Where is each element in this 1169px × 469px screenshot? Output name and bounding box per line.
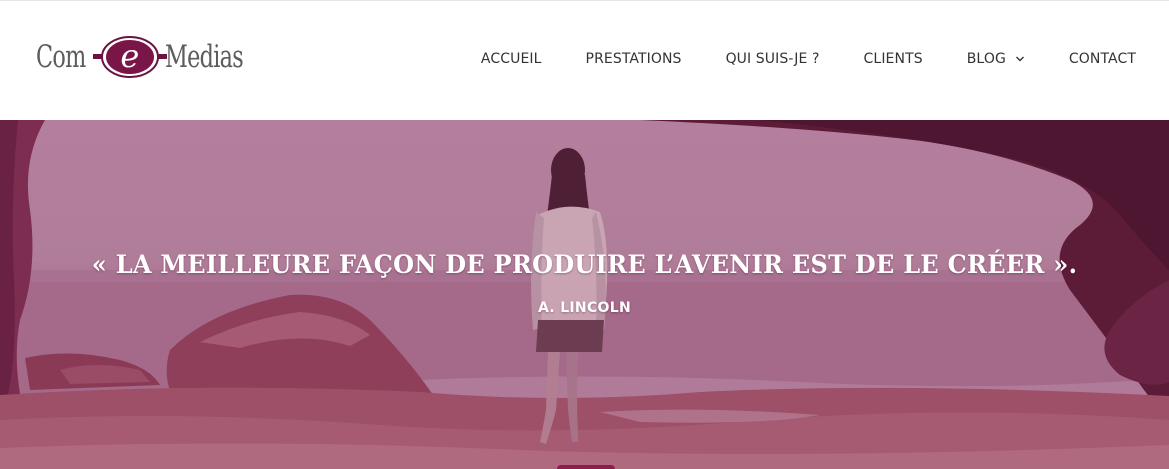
nav-label: BLOG	[966, 51, 1006, 67]
nav-label: ACCUEIL	[480, 51, 542, 67]
slider-indicator[interactable]	[557, 465, 615, 469]
logo-emblem-icon: e	[92, 32, 167, 82]
nav-item-qui-suis-je[interactable]: QUI SUIS-JE ?	[726, 51, 820, 67]
nav-label: PRESTATIONS	[585, 51, 682, 67]
logo-word-com: Com	[36, 38, 86, 75]
hero-quote-author: A. LINCOLN	[538, 300, 631, 316]
nav-label: QUI SUIS-JE ?	[725, 51, 820, 67]
nav-label: CLIENTS	[863, 51, 923, 67]
hero-banner: « LA MEILLEURE FAÇON DE PRODUIRE L’AVENI…	[0, 120, 1169, 469]
site-logo[interactable]: Com e Medias	[36, 31, 246, 83]
main-navigation: ACCUEIL PRESTATIONS QUI SUIS-JE ? CLIENT…	[481, 51, 1136, 67]
nav-label: CONTACT	[1068, 51, 1136, 67]
nav-item-prestations[interactable]: PRESTATIONS	[586, 51, 682, 67]
logo-emblem-letter: e	[120, 37, 140, 75]
hero-quote: « LA MEILLEURE FAÇON DE PRODUIRE L’AVENI…	[91, 250, 1078, 279]
logo-word-medias: Medias	[164, 38, 244, 75]
hero-background-image	[0, 120, 1169, 469]
nav-item-blog[interactable]: BLOG	[967, 51, 1025, 67]
nav-item-accueil[interactable]: ACCUEIL	[481, 51, 542, 67]
nav-item-clients[interactable]: CLIENTS	[864, 51, 923, 67]
site-header: Com e Medias ACCUEIL PRESTATIONS QUI SUI…	[0, 0, 1169, 120]
nav-item-contact[interactable]: CONTACT	[1069, 51, 1136, 67]
chevron-down-icon[interactable]	[1015, 55, 1025, 63]
